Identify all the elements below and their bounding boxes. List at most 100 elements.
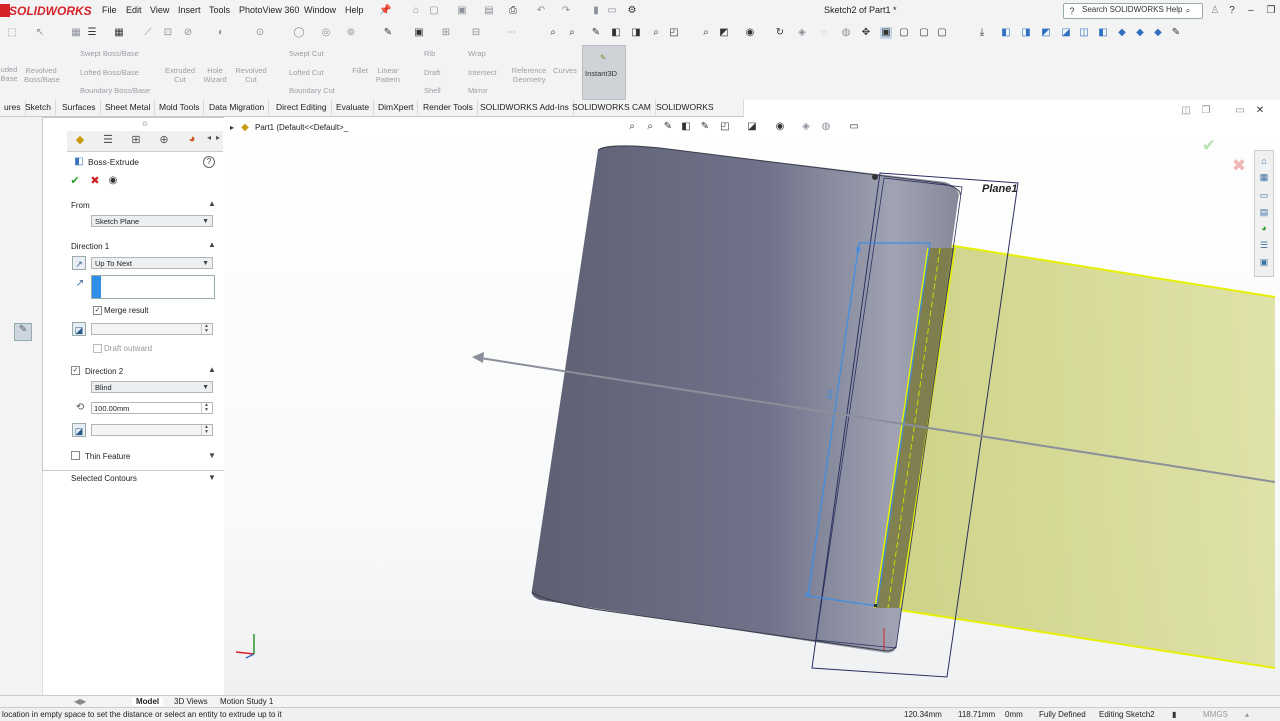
print-icon[interactable]: ⎙: [507, 5, 519, 17]
active-sketch-tool-icon[interactable]: ✎: [14, 323, 32, 341]
move-icon[interactable]: ⤓: [976, 27, 988, 39]
menu-insert[interactable]: Insert: [178, 5, 201, 15]
from-collapse-icon[interactable]: ▲: [208, 199, 216, 208]
tab-solidworks-cam[interactable]: SOLIDWORKS CAM: [568, 100, 656, 115]
tab-surfaces[interactable]: Surfaces: [58, 100, 101, 115]
viewport-close-icon[interactable]: ✕: [1254, 105, 1266, 117]
new-document-icon[interactable]: ▢: [428, 5, 440, 17]
tab-model[interactable]: Model: [132, 697, 164, 706]
mirror-button[interactable]: Mirror: [468, 86, 488, 95]
design-library-icon[interactable]: ▦: [1258, 171, 1270, 183]
sketch-tool-3-icon[interactable]: ⊘: [182, 27, 194, 39]
pan-icon[interactable]: ✥: [860, 27, 872, 39]
merge-result-checkbox[interactable]: ✓: [93, 306, 102, 315]
search-icon[interactable]: ⌕: [1182, 5, 1194, 17]
file-explorer-icon[interactable]: ▭: [1258, 189, 1270, 201]
minimize-icon[interactable]: –: [1245, 5, 1257, 17]
hole-wizard-button[interactable]: Hole Wizard: [200, 66, 230, 84]
normal-to-icon[interactable]: ▣: [880, 27, 892, 39]
hud-hide-show-icon[interactable]: ◉: [774, 121, 786, 133]
view-dimetric-icon[interactable]: ◧: [1097, 27, 1109, 39]
hud-appearance-icon[interactable]: ◈: [800, 121, 812, 133]
tabs-scroll-right-icon[interactable]: ▸: [213, 133, 223, 148]
view-single-icon[interactable]: ◆: [1152, 27, 1164, 39]
feature-manager-tab-icon[interactable]: ◆: [71, 133, 89, 148]
menu-help[interactable]: Help: [345, 5, 364, 15]
smart-dimension-icon[interactable]: ↖: [34, 27, 46, 39]
graphics-area[interactable]: ≡≡ Plane1 ▸ ◆ Part1 (Default<<Default>_ …: [224, 105, 1280, 695]
extruded-boss-partial[interactable]: uded Base: [0, 65, 18, 83]
menu-file[interactable]: File: [102, 5, 117, 15]
pm-help-icon[interactable]: ?: [203, 156, 215, 168]
draft-button[interactable]: Draft: [424, 68, 440, 77]
revolved-cut-button[interactable]: Revolved Cut: [233, 66, 269, 84]
instant3d-button[interactable]: ✎ Instant3D: [582, 45, 626, 100]
appearances-icon[interactable]: ◕: [1258, 222, 1270, 234]
hide-show-icon[interactable]: ⌕: [700, 27, 712, 39]
direction2-draft-icon[interactable]: ◪: [72, 423, 86, 437]
view-cube-icon[interactable]: ▢: [898, 27, 910, 39]
linear-pattern-button[interactable]: Linear Pattern: [373, 66, 403, 84]
viewport-tile-icon[interactable]: ◫: [1180, 105, 1192, 117]
view-bottom-icon[interactable]: ◨: [1020, 27, 1032, 39]
viewport-restore-icon[interactable]: ❐: [1200, 105, 1212, 117]
tab-solidworks-addins[interactable]: SOLIDWORKS Add-Ins: [476, 100, 574, 115]
list-icon[interactable]: ☰: [86, 27, 98, 39]
direction2-checkbox[interactable]: ✓: [71, 366, 80, 375]
thin-feature-expand-icon[interactable]: ▼: [208, 451, 216, 460]
wrap-button[interactable]: Wrap: [468, 49, 486, 58]
save-icon[interactable]: ▤: [483, 5, 495, 17]
perspective-icon[interactable]: ◍: [840, 27, 852, 39]
zoom-area-icon[interactable]: ⌕: [566, 27, 578, 39]
view-top-icon[interactable]: ◧: [1000, 27, 1012, 39]
spin-arrows-icon[interactable]: ▲ ▼: [201, 403, 211, 413]
shell-button[interactable]: Shell: [424, 86, 441, 95]
sketch-dimension-glyph[interactable]: ≡≡: [824, 388, 836, 400]
part-tree-label[interactable]: Part1 (Default<<Default>_: [255, 123, 348, 132]
lofted-cut-button[interactable]: Lofted Cut: [289, 68, 324, 77]
sketch-tool-2-icon[interactable]: ⊡: [162, 27, 174, 39]
direction-arrow-head[interactable]: [472, 352, 484, 363]
view-right-icon[interactable]: ◪: [1060, 27, 1072, 39]
sketch-tool-13-icon[interactable]: ⋯: [505, 27, 517, 39]
ok-check-icon[interactable]: ✔: [69, 175, 81, 187]
solidworks-resources-icon[interactable]: ⌂: [1258, 155, 1270, 167]
menu-window[interactable]: Window: [304, 5, 336, 15]
hud-zoom-fit-icon[interactable]: ⌕: [626, 121, 638, 133]
view-trimetric-icon[interactable]: ◆: [1116, 27, 1128, 39]
sketch-pencil-icon[interactable]: ✎: [1170, 27, 1182, 39]
view-settings-icon[interactable]: ◈: [796, 27, 808, 39]
feature-manager-icon[interactable]: ▦: [70, 27, 82, 39]
boundary-boss-button[interactable]: Boundary Boss/Base: [80, 86, 150, 95]
tab-render-tools[interactable]: Render Tools: [419, 100, 478, 115]
view-normal-icon[interactable]: ◆: [1134, 27, 1146, 39]
restore-icon[interactable]: ❐: [1265, 5, 1277, 17]
hud-zoom-area-icon[interactable]: ⌕: [644, 121, 656, 133]
tab-motion-study[interactable]: Motion Study 1: [216, 697, 277, 706]
open-icon[interactable]: ▣: [456, 5, 468, 17]
hud-display-style-icon[interactable]: ◪: [746, 121, 758, 133]
hud-view-settings-icon[interactable]: ▭: [848, 121, 860, 133]
tab-direct-editing[interactable]: Direct Editing: [272, 100, 332, 115]
model-view[interactable]: ≡≡ Plane1: [224, 117, 1280, 695]
plane-label[interactable]: Plane1: [982, 183, 1017, 195]
view-front-icon[interactable]: ▢: [918, 27, 930, 39]
swept-boss-button[interactable]: Swept Boss/Base: [80, 49, 139, 58]
draft-on-off-icon[interactable]: ◪: [72, 322, 86, 336]
hud-view-orientation-icon[interactable]: ◰: [719, 121, 731, 133]
home-icon[interactable]: ⌂: [410, 5, 422, 17]
edit-appearance-icon[interactable]: ◩: [718, 27, 730, 39]
undo-icon[interactable]: ↶: [535, 5, 547, 17]
tab-evaluate[interactable]: Evaluate: [332, 100, 375, 115]
hud-dynamic-annotation-icon[interactable]: ✎: [699, 121, 711, 133]
sketch-tool-8-icon[interactable]: ⊚: [345, 27, 357, 39]
direction2-depth-input[interactable]: 100.00mm ▲ ▼: [91, 402, 213, 414]
boundary-cut-button[interactable]: Boundary Cut: [289, 86, 335, 95]
hud-previous-view-icon[interactable]: ✎: [662, 121, 674, 133]
hud-section-view-icon[interactable]: ◧: [680, 121, 692, 133]
user-icon[interactable]: ♙: [1209, 5, 1221, 17]
sketch-tool-6-icon[interactable]: ◯: [293, 27, 305, 39]
search-help-input[interactable]: ? Search SOLIDWORKS Help ⌕: [1063, 3, 1203, 19]
menu-view[interactable]: View: [150, 5, 169, 15]
extruded-cut-button[interactable]: Extruded Cut: [163, 66, 197, 84]
